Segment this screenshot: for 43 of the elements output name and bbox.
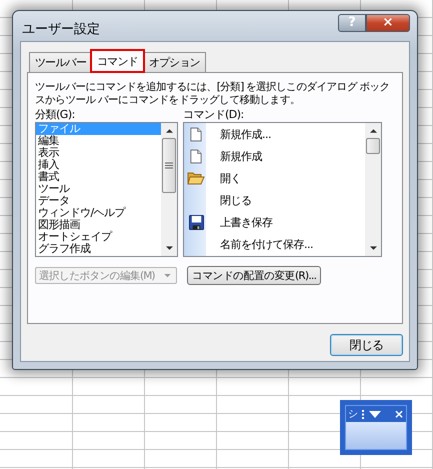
scroll-up-icon[interactable] [166,128,172,133]
scroll-up-icon[interactable] [370,128,376,133]
dropdown-arrow-icon [164,274,171,278]
command-item[interactable]: 開く [220,170,241,186]
folder-icon [187,171,205,185]
close-button[interactable]: × [366,14,410,32]
category-item[interactable]: 書式 [36,171,161,183]
category-item[interactable]: データ [36,195,161,207]
scroll-down-icon[interactable] [166,246,172,251]
category-item[interactable]: 挿入 [36,159,161,171]
category-item[interactable]: オートシェイプ [36,231,161,243]
command-item[interactable]: 上書き保存 [220,214,272,230]
toolbar-title: シ [348,408,358,421]
window-title: ユーザー設定 [21,21,100,38]
command-item[interactable]: 新規作成... [220,126,271,142]
tab[interactable]: オプション [142,52,206,72]
scroll-thumb[interactable] [162,138,176,193]
tab[interactable]: ツールバー [29,52,92,72]
category-item[interactable]: 編集 [36,135,161,147]
close-button[interactable]: × [394,408,404,420]
scroll-thumb[interactable] [366,138,380,154]
category-item[interactable]: ツール [36,183,161,195]
command-item[interactable]: 名前を付けて保存... [220,236,313,252]
document-icon [190,126,202,142]
grip-icon [362,410,365,418]
rearrange-commands-button[interactable]: コマンドの配置の変更(R)... [187,266,322,285]
category-item[interactable]: 図形描画 [36,219,161,231]
category-label: 分類(G): [35,108,76,122]
dropdown-arrow-icon[interactable] [369,410,381,418]
category-item[interactable]: グラフ作成 [36,243,161,255]
grip-icon [165,162,173,169]
category-item[interactable]: ウィンドウ/ヘルプ [36,207,161,219]
description-text: ツールバーにコマンドを追加するには、[分類] を選択しこのダイアログ ボックスからツール バーにコマンドをドラッグして移動します。 [35,81,391,107]
scrollbar[interactable] [161,123,177,256]
scroll-down-icon[interactable] [370,246,376,251]
command-item[interactable]: 閉じる [220,192,252,208]
document-icon [190,148,202,164]
command-label: コマンド(D): [183,108,245,122]
scrollbar[interactable] [365,123,381,256]
command-item[interactable]: 新規作成 [220,148,262,164]
close-dialog-button[interactable]: 閉じる [330,334,403,356]
category-item[interactable]: 表示 [36,147,161,159]
tab[interactable]: コマンド [91,50,144,72]
